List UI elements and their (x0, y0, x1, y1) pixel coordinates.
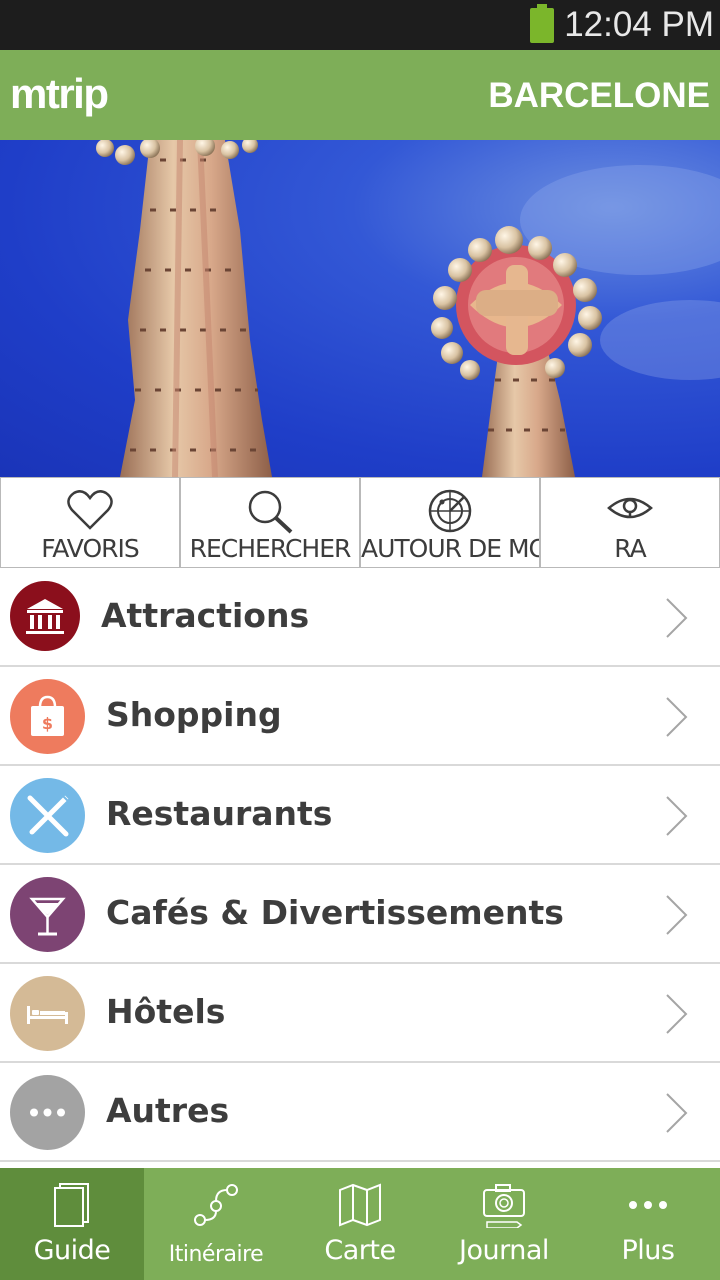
nav-itinerary[interactable]: Itinéraire (144, 1168, 288, 1280)
ar-button[interactable]: RA (540, 477, 720, 568)
heart-icon (67, 490, 113, 530)
map-icon (339, 1183, 381, 1227)
hero-image (0, 140, 720, 477)
eye-icon (607, 497, 653, 519)
status-bar: 12:04 PM (0, 0, 720, 50)
nav-more-label: Plus (621, 1235, 675, 1266)
nearby-label: AUTOUR DE MOI (361, 534, 539, 563)
city-title[interactable]: BARCELONE (488, 74, 710, 118)
nav-guide[interactable]: Guide (0, 1168, 144, 1280)
cocktail-icon (10, 877, 85, 952)
battery-icon (530, 4, 554, 43)
category-cafes[interactable]: Cafés & Divertissements (0, 865, 720, 964)
chevron-right-icon (666, 598, 688, 638)
quick-actions: FAVORIS RECHERCHER AUTOUR DE MOI RA (0, 477, 720, 568)
category-label: Attractions (101, 596, 310, 635)
app-bar: mtrip BARCELONE (0, 50, 720, 140)
bed-icon (10, 976, 85, 1051)
search-icon (248, 490, 293, 534)
nav-journal-label: Journal (459, 1235, 549, 1266)
more-dots-icon (10, 1075, 85, 1150)
category-label: Autres (106, 1091, 230, 1130)
more-dots-icon (629, 1201, 667, 1209)
chevron-right-icon (666, 1093, 688, 1133)
category-label: Restaurants (106, 794, 333, 833)
bottom-nav: Guide Itinéraire Carte Journal Plus (0, 1168, 720, 1280)
nav-journal[interactable]: Journal (432, 1168, 576, 1280)
spires-illustration (96, 140, 720, 477)
search-label: RECHERCHER (189, 534, 352, 563)
nav-guide-label: Guide (33, 1235, 111, 1266)
nav-itinerary-label: Itinéraire (168, 1242, 264, 1267)
nav-more[interactable]: Plus (576, 1168, 720, 1280)
shopping-bag-icon: $ (10, 679, 85, 754)
category-hotels[interactable]: Hôtels (0, 964, 720, 1063)
category-label: Cafés & Divertissements (106, 893, 564, 932)
search-button[interactable]: RECHERCHER (180, 477, 360, 568)
chevron-right-icon (666, 697, 688, 737)
book-icon (54, 1183, 89, 1227)
favorites-label: FAVORIS (41, 534, 140, 563)
nav-map-label: Carte (324, 1235, 396, 1266)
radar-icon (428, 489, 472, 533)
app-logo[interactable]: mtrip (10, 68, 109, 120)
ar-label: RA (614, 534, 646, 563)
category-restaurants[interactable]: Restaurants (0, 766, 720, 865)
museum-icon (10, 581, 80, 651)
category-others[interactable]: Autres (0, 1063, 720, 1162)
nav-map[interactable]: Carte (288, 1168, 432, 1280)
category-attractions[interactable]: Attractions (0, 568, 720, 667)
status-clock: 12:04 PM (564, 5, 714, 44)
category-label: Shopping (106, 695, 282, 734)
category-shopping[interactable]: $ Shopping (0, 667, 720, 766)
category-list: Attractions $ Shopping Restaurants Cafés… (0, 568, 720, 1162)
camera-icon (483, 1184, 525, 1228)
chevron-right-icon (666, 796, 688, 836)
favorites-button[interactable]: FAVORIS (0, 477, 180, 568)
nearby-button[interactable]: AUTOUR DE MOI (360, 477, 540, 568)
svg-text:$: $ (42, 714, 53, 733)
route-icon (194, 1184, 238, 1226)
category-label: Hôtels (106, 992, 226, 1031)
chevron-right-icon (666, 994, 688, 1034)
cutlery-icon (10, 778, 85, 853)
chevron-right-icon (666, 895, 688, 935)
